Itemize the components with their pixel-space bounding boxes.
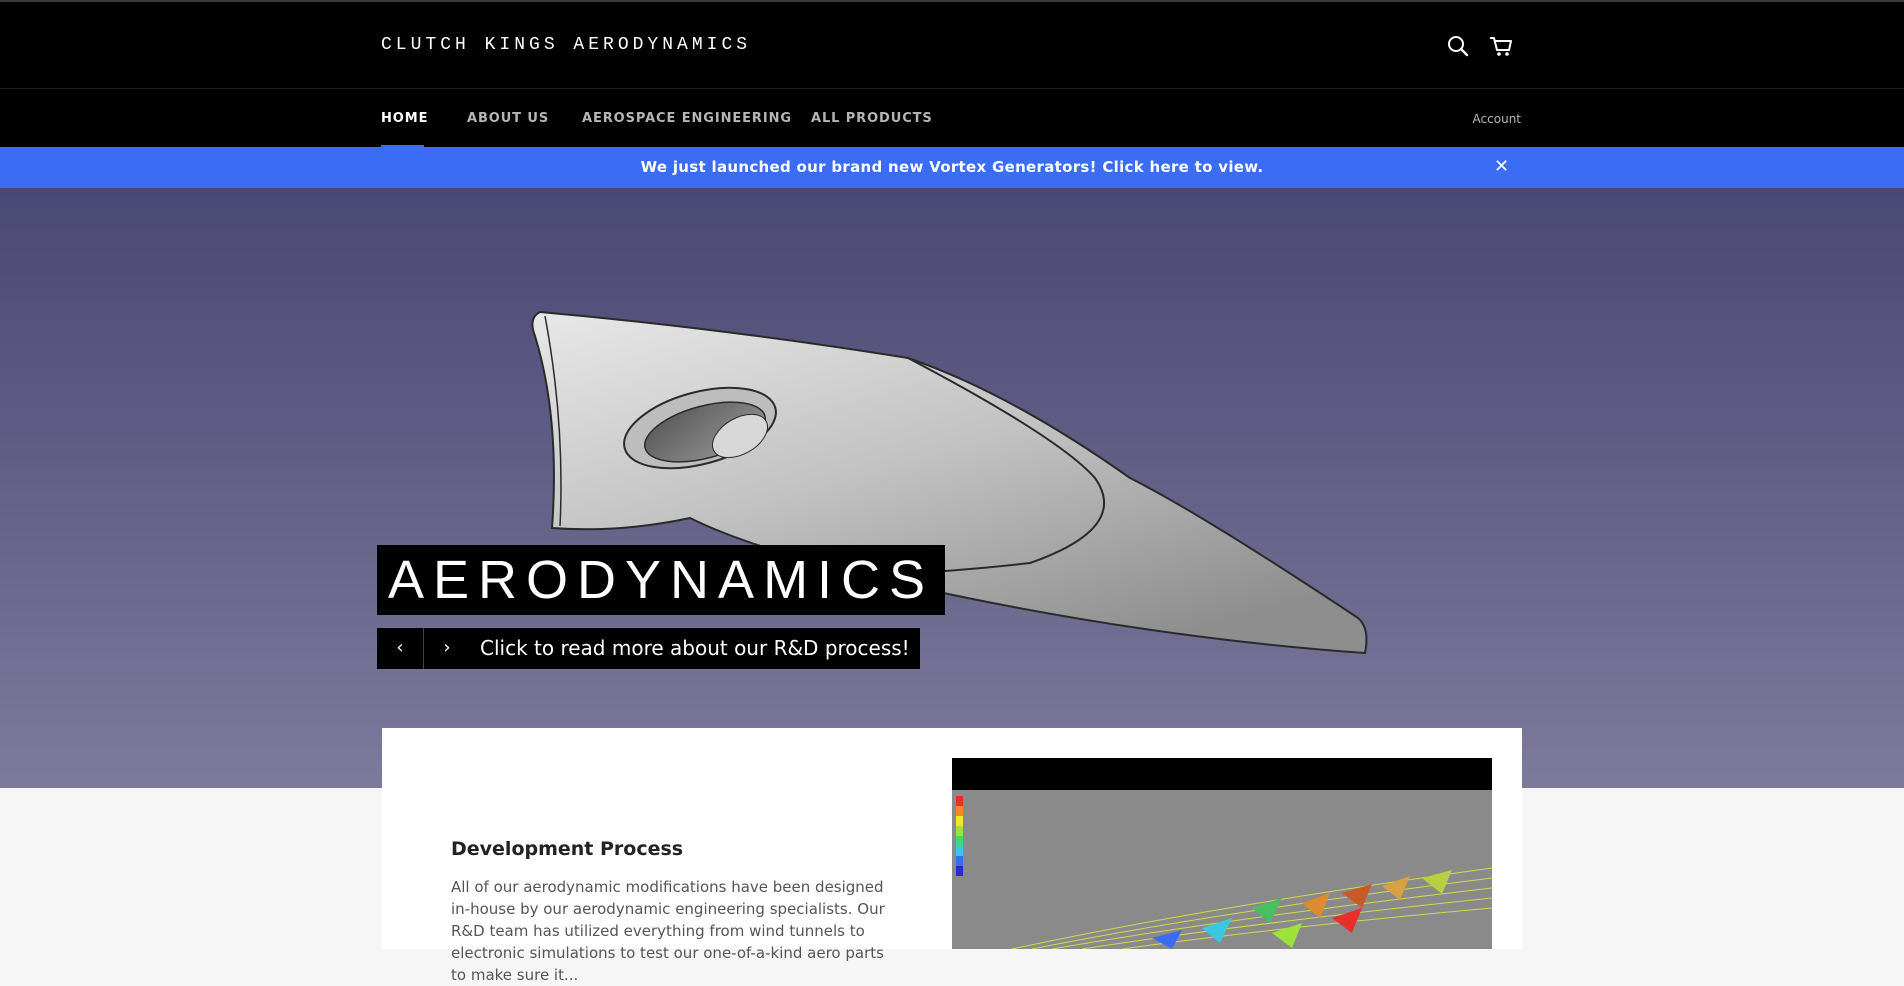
announcement-text[interactable]: We just launched our brand new Vortex Ge…	[0, 158, 1904, 176]
section-text: All of our aerodynamic modifications hav…	[451, 878, 885, 984]
account-link[interactable]: Account	[1473, 112, 1521, 126]
cfd-visualization	[956, 796, 1492, 949]
announcement-bar[interactable]: We just launched our brand new Vortex Ge…	[0, 147, 1904, 188]
hero-cta-link[interactable]: Click to read more about our R&D process…	[470, 628, 920, 669]
nav-item-about-us[interactable]: ABOUT US	[467, 111, 549, 126]
nav-item-all-products[interactable]: ALL PRODUCTS	[811, 111, 933, 126]
brand-logo[interactable]: CLUTCH KINGS AERODYNAMICS	[381, 35, 751, 55]
nav-divider	[0, 88, 1904, 89]
hero-title: AERODYNAMICS	[377, 545, 946, 615]
close-icon[interactable]: ✕	[1494, 157, 1509, 177]
chevron-right-icon[interactable]: ›	[423, 628, 470, 669]
development-process-card: Development Process All of our aerodynam…	[382, 728, 1522, 984]
site-header: CLUTCH KINGS AERODYNAMICS HOME ABOUT US …	[0, 0, 1904, 149]
section-title: Development Process	[451, 838, 684, 860]
slide-controls: ‹ ›	[377, 628, 470, 669]
chevron-left-icon[interactable]: ‹	[377, 628, 423, 669]
simulation-image	[952, 758, 1492, 949]
nav-item-home[interactable]: HOME	[381, 111, 428, 126]
hero-slideshow: AERODYNAMICS ‹ › Click to read more abou…	[0, 188, 1904, 788]
nav-item-aerospace-engineering[interactable]: AEROSPACE ENGINEERING	[582, 111, 792, 126]
search-icon[interactable]	[1445, 33, 1471, 59]
cart-icon[interactable]	[1488, 33, 1514, 59]
vortex-generator-image	[531, 310, 1368, 655]
